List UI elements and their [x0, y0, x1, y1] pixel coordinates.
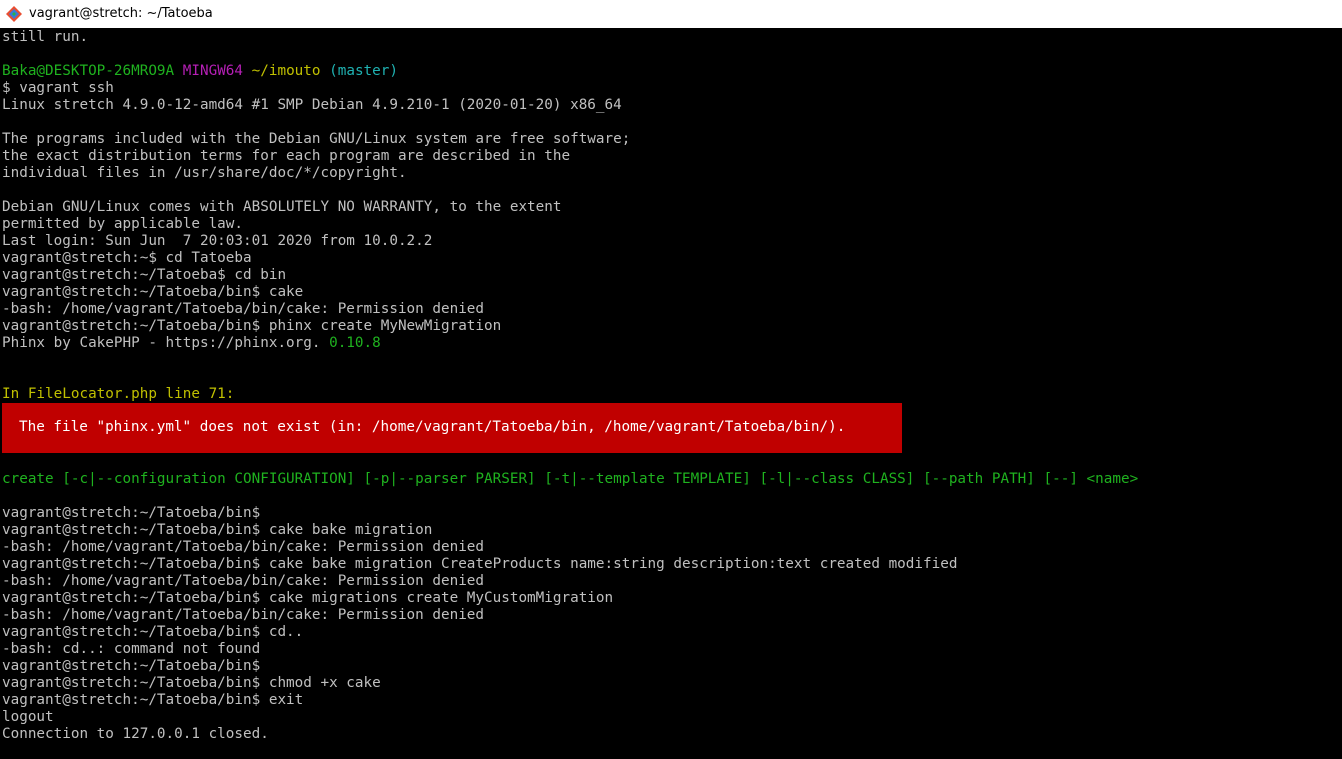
terminal-line: vagrant@stretch:~/Tatoeba/bin$ cake migr…	[2, 590, 1342, 607]
terminal-line: vagrant@stretch:~/Tatoeba/bin$ cake bake…	[2, 522, 1342, 539]
terminal-line: vagrant@stretch:~/Tatoeba/bin$	[2, 505, 1342, 522]
terminal-line: The programs included with the Debian GN…	[2, 131, 1342, 148]
terminal-text-segment: MINGW64	[182, 63, 252, 79]
terminal-text-segment: vagrant@stretch:~/Tatoeba/bin$	[2, 658, 261, 674]
terminal-line: Baka@DESKTOP-26MRO9A MINGW64 ~/imouto (m…	[2, 63, 1342, 80]
terminal-line: individual files in /usr/share/doc/*/cop…	[2, 165, 1342, 182]
terminal-line: $ vagrant ssh	[2, 80, 1342, 97]
terminal-text-segment: $ vagrant ssh	[2, 80, 114, 96]
terminal-line: still run.	[2, 29, 1342, 46]
title-bar[interactable]: vagrant@stretch: ~/Tatoeba	[0, 0, 1342, 28]
terminal-line: vagrant@stretch:~$ cd Tatoeba	[2, 250, 1342, 267]
window-title: vagrant@stretch: ~/Tatoeba	[29, 6, 213, 21]
terminal-text-segment: vagrant@stretch:~/Tatoeba/bin$ cake migr…	[2, 590, 614, 606]
terminal-line: -bash: /home/vagrant/Tatoeba/bin/cake: P…	[2, 573, 1342, 590]
terminal-window: vagrant@stretch: ~/Tatoeba The file "phi…	[0, 0, 1342, 759]
terminal-text-segment: logout	[2, 709, 54, 725]
terminal-text-segment: -bash: /home/vagrant/Tatoeba/bin/cake: P…	[2, 539, 485, 555]
terminal-line: vagrant@stretch:~/Tatoeba$ cd bin	[2, 267, 1342, 284]
terminal-line: Connection to 127.0.0.1 closed.	[2, 726, 1342, 743]
terminal-text-segment: Debian GNU/Linux comes with ABSOLUTELY N…	[2, 199, 562, 215]
git-bash-icon	[5, 5, 23, 23]
terminal-text-segment: -bash: /home/vagrant/Tatoeba/bin/cake: P…	[2, 607, 485, 623]
terminal-line: vagrant@stretch:~/Tatoeba/bin$	[2, 658, 1342, 675]
terminal-text-segment: individual files in /usr/share/doc/*/cop…	[2, 165, 407, 181]
terminal-line: -bash: /home/vagrant/Tatoeba/bin/cake: P…	[2, 301, 1342, 318]
terminal-line: vagrant@stretch:~/Tatoeba/bin$ phinx cre…	[2, 318, 1342, 335]
terminal-text-segment: ~/imouto	[251, 63, 321, 79]
terminal-text-segment: vagrant@stretch:~/Tatoeba/bin$ cake bake…	[2, 556, 958, 572]
terminal-text-segment: vagrant@stretch:~/Tatoeba/bin$ cake	[2, 284, 304, 300]
terminal-line: vagrant@stretch:~/Tatoeba/bin$ cd..	[2, 624, 1342, 641]
terminal-text-segment: vagrant@stretch:~/Tatoeba/bin$ exit	[2, 692, 304, 708]
terminal-text-segment: -bash: /home/vagrant/Tatoeba/bin/cake: P…	[2, 301, 485, 317]
terminal-text-segment: vagrant@stretch:~/Tatoeba$ cd bin	[2, 267, 287, 283]
terminal-line: vagrant@stretch:~/Tatoeba/bin$ exit	[2, 692, 1342, 709]
terminal-text-segment: vagrant@stretch:~/Tatoeba/bin$ chmod +x …	[2, 675, 381, 691]
terminal-line: vagrant@stretch:~/Tatoeba/bin$ cake bake…	[2, 556, 1342, 573]
terminal-line: logout	[2, 709, 1342, 726]
terminal-line: permitted by applicable law.	[2, 216, 1342, 233]
terminal-line: -bash: /home/vagrant/Tatoeba/bin/cake: P…	[2, 539, 1342, 556]
terminal-text-segment: Linux stretch 4.9.0-12-amd64 #1 SMP Debi…	[2, 97, 622, 113]
terminal-text-segment: create [-c|--configuration CONFIGURATION…	[2, 471, 1139, 487]
terminal-text-segment: vagrant@stretch:~/Tatoeba/bin$ phinx cre…	[2, 318, 502, 334]
terminal-line: -bash: cd..: command not found	[2, 641, 1342, 658]
terminal-text-segment: -bash: cd..: command not found	[2, 641, 261, 657]
terminal-line: create [-c|--configuration CONFIGURATION…	[2, 471, 1342, 488]
terminal-line: In FileLocator.php line 71:	[2, 386, 1342, 403]
terminal-text-segment: Baka@DESKTOP-26MRO9A	[2, 63, 183, 79]
terminal-text-segment: (master)	[320, 63, 398, 79]
terminal-text-segment: 0.10.8	[329, 335, 381, 351]
terminal-text-segment: the exact distribution terms for each pr…	[2, 148, 571, 164]
terminal-text-segment: vagrant@stretch:~/Tatoeba/bin$	[2, 505, 261, 521]
terminal-text-segment: -bash: /home/vagrant/Tatoeba/bin/cake: P…	[2, 573, 485, 589]
terminal-line: Phinx by CakePHP - https://phinx.org. 0.…	[2, 335, 1342, 352]
terminal-text-segment: Connection to 127.0.0.1 closed.	[2, 726, 269, 742]
terminal-line: -bash: /home/vagrant/Tatoeba/bin/cake: P…	[2, 607, 1342, 624]
terminal-line: the exact distribution terms for each pr…	[2, 148, 1342, 165]
terminal-text-segment: vagrant@stretch:~/Tatoeba/bin$ cake bake…	[2, 522, 433, 538]
terminal-text-segment: vagrant@stretch:~/Tatoeba/bin$ cd..	[2, 624, 304, 640]
terminal-text-segment: Phinx by CakePHP - https://phinx.org.	[2, 335, 330, 351]
terminal-line: Linux stretch 4.9.0-12-amd64 #1 SMP Debi…	[2, 97, 1342, 114]
terminal-text-segment: still run.	[2, 29, 89, 45]
terminal-text-segment: The programs included with the Debian GN…	[2, 131, 631, 147]
terminal-output[interactable]: still run. Baka@DESKTOP-26MRO9A MINGW64 ~…	[2, 29, 1342, 759]
terminal-text-segment: Last login: Sun Jun 7 20:03:01 2020 from…	[2, 233, 433, 249]
terminal-text-segment: permitted by applicable law.	[2, 216, 244, 232]
terminal-line: vagrant@stretch:~/Tatoeba/bin$ cake	[2, 284, 1342, 301]
terminal-line: Debian GNU/Linux comes with ABSOLUTELY N…	[2, 199, 1342, 216]
terminal-line: vagrant@stretch:~/Tatoeba/bin$ chmod +x …	[2, 675, 1342, 692]
terminal-text-segment: vagrant@stretch:~$ cd Tatoeba	[2, 250, 252, 266]
terminal-line: Last login: Sun Jun 7 20:03:01 2020 from…	[2, 233, 1342, 250]
terminal-text-segment: In FileLocator.php line 71:	[2, 386, 235, 402]
